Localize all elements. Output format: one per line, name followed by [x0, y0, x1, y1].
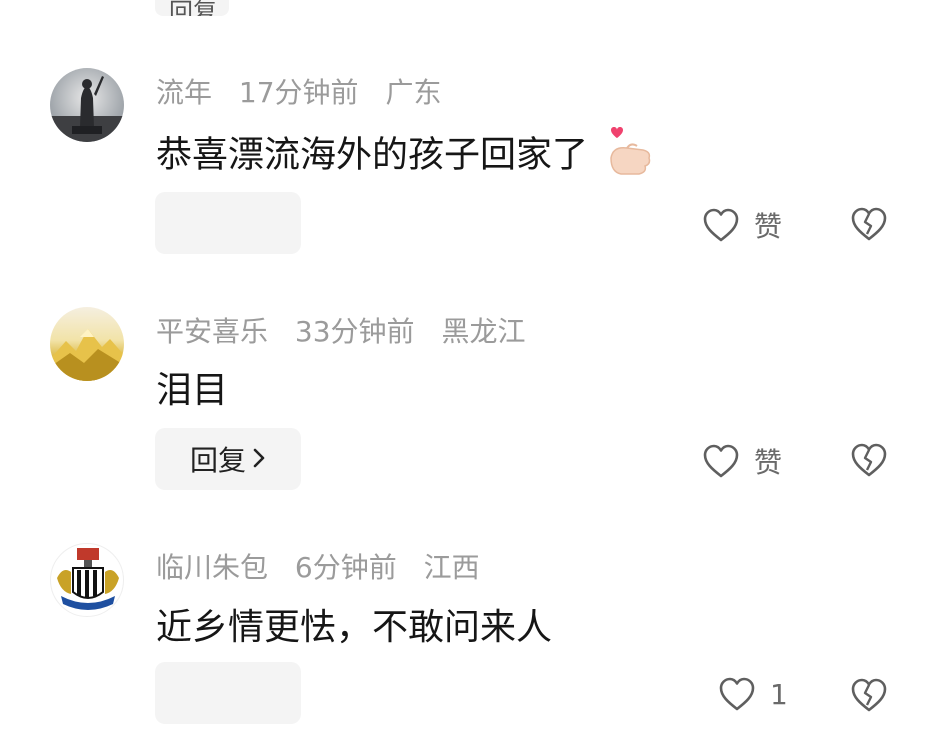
comment-text: 恭喜漂流海外的孩子回家了 [156, 124, 655, 189]
comment-body: 恭喜漂流海外的孩子回家了 [156, 134, 589, 176]
reply-button[interactable] [155, 662, 301, 724]
reply-button[interactable] [155, 192, 301, 254]
heart-icon [703, 208, 739, 242]
avatar[interactable] [50, 543, 124, 617]
location: 江西 [423, 551, 480, 584]
username[interactable]: 临川朱包 [156, 551, 268, 584]
timestamp: 33分钟前 [294, 315, 415, 348]
username[interactable]: 流年 [156, 76, 212, 109]
like-count: 1 [770, 677, 788, 711]
timestamp: 6分钟前 [294, 551, 397, 584]
location: 广东 [385, 76, 442, 109]
like-button[interactable]: 1 [718, 676, 788, 712]
broken-heart-icon [851, 678, 887, 712]
comment-text: 近乡情更怯，不敢问来人 [156, 598, 552, 650]
comment-meta: 平安喜乐 33分钟前 黑龙江 [156, 310, 543, 350]
reply-button-label: 回复 [189, 444, 246, 477]
reply-button-label: 回复 [169, 0, 217, 16]
reply-button[interactable]: 回复 [155, 428, 301, 490]
reply-button-top[interactable]: 回复 [155, 0, 229, 16]
like-button[interactable]: 赞 [702, 441, 782, 481]
heart-icon [719, 677, 755, 711]
comment-text: 泪目 [156, 361, 228, 413]
username[interactable]: 平安喜乐 [156, 315, 268, 348]
broken-heart-icon [851, 207, 887, 241]
broken-heart-icon [851, 443, 887, 477]
dislike-button[interactable] [850, 206, 888, 246]
comment-meta: 流年 17分钟前 广东 [156, 71, 459, 111]
chevron-right-icon [252, 443, 266, 476]
comment-body: 泪目 [156, 370, 229, 411]
golden-mountain-avatar-image [50, 329, 124, 381]
comment-meta: 临川朱包 6分钟前 江西 [156, 546, 498, 586]
finger-heart-emoji [603, 124, 655, 189]
dislike-button[interactable] [850, 442, 888, 482]
like-button[interactable]: 赞 [702, 205, 782, 245]
like-label: 赞 [754, 446, 783, 479]
location: 黑龙江 [441, 315, 526, 348]
like-label: 赞 [754, 210, 783, 243]
timestamp: 17分钟前 [238, 76, 359, 109]
comment-body: 近乡情更怯，不敢问来人 [156, 607, 553, 648]
dislike-button[interactable] [850, 677, 888, 717]
avatar[interactable] [50, 307, 124, 381]
club-crest-avatar-image [57, 548, 119, 610]
heart-icon [703, 444, 739, 478]
statue-avatar-image [50, 76, 124, 142]
avatar[interactable] [50, 68, 124, 142]
